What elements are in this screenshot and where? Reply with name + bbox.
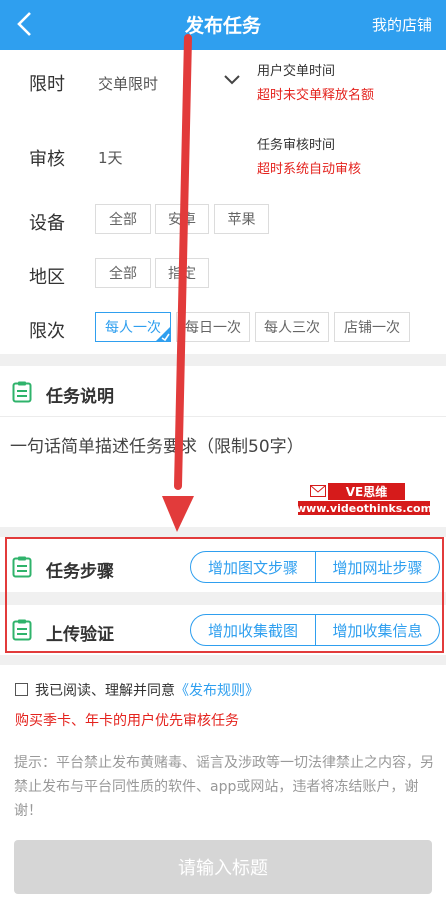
platform-notice: 提示：平台禁止发布黄赌毒、谣言及涉政等一切法律禁止之内容，另禁止发布与平台同性质… <box>14 755 434 819</box>
selected-check-icon <box>155 326 171 342</box>
device-label: 设备 <box>29 213 65 234</box>
chevron-down-icon[interactable] <box>222 72 242 88</box>
task-description-icon <box>12 381 32 403</box>
frequency-option-three-per-user[interactable]: 每人三次 <box>255 312 329 342</box>
agreement-label: 我已阅读、理解并同意 <box>35 683 175 699</box>
device-option-all[interactable]: 全部 <box>95 204 151 234</box>
watermark-brand: VE思维 <box>328 483 405 500</box>
section-divider <box>0 527 446 537</box>
publish-rules-link[interactable]: 《发布规则》 <box>175 683 259 699</box>
priority-review-promo: 购买季卡、年卡的用户优先审核任务 <box>15 713 239 729</box>
mail-icon <box>310 485 326 497</box>
section-divider <box>0 354 446 366</box>
frequency-option-label: 每人一次 <box>105 320 161 336</box>
review-hint: 任务审核时间 <box>257 138 336 153</box>
agreement-checkbox[interactable] <box>15 683 28 696</box>
review-label: 审核 <box>29 149 65 170</box>
agreement-text: 我已阅读、理解并同意《发布规则》 <box>35 680 259 700</box>
frequency-label: 限次 <box>29 321 65 342</box>
device-option-android[interactable]: 安卓 <box>155 204 209 234</box>
region-option-specified[interactable]: 指定 <box>155 258 209 288</box>
task-description-title: 任务说明 <box>46 387 114 407</box>
task-description-input[interactable]: 一句话简单描述任务要求（限制50字） <box>10 432 304 457</box>
device-option-ios[interactable]: 苹果 <box>214 204 269 234</box>
review-note: 超时系统自动审核 <box>257 162 362 177</box>
top-nav-bar: 发布任务 我的店铺 <box>0 0 446 50</box>
review-value[interactable]: 1天 <box>98 147 123 168</box>
submit-button[interactable]: 请输入标题 <box>14 840 432 894</box>
divider <box>0 416 446 417</box>
highlight-box <box>5 537 444 653</box>
time-limit-note: 超时未交单释放名额 <box>257 88 375 103</box>
time-limit-hint: 用户交单时间 <box>257 64 336 79</box>
region-label: 地区 <box>29 267 65 288</box>
frequency-option-once-per-user[interactable]: 每人一次 <box>95 312 171 342</box>
section-divider <box>0 655 446 665</box>
time-limit-label: 限时 <box>29 74 65 95</box>
my-shop-link[interactable]: 我的店铺 <box>372 14 432 35</box>
region-option-all[interactable]: 全部 <box>95 258 151 288</box>
watermark-url: www.videothinks.com <box>295 501 433 515</box>
frequency-option-once-per-day[interactable]: 每日一次 <box>176 312 250 342</box>
frequency-option-once-per-shop[interactable]: 店铺一次 <box>334 312 410 342</box>
time-limit-select[interactable]: 交单限时 <box>98 73 158 94</box>
